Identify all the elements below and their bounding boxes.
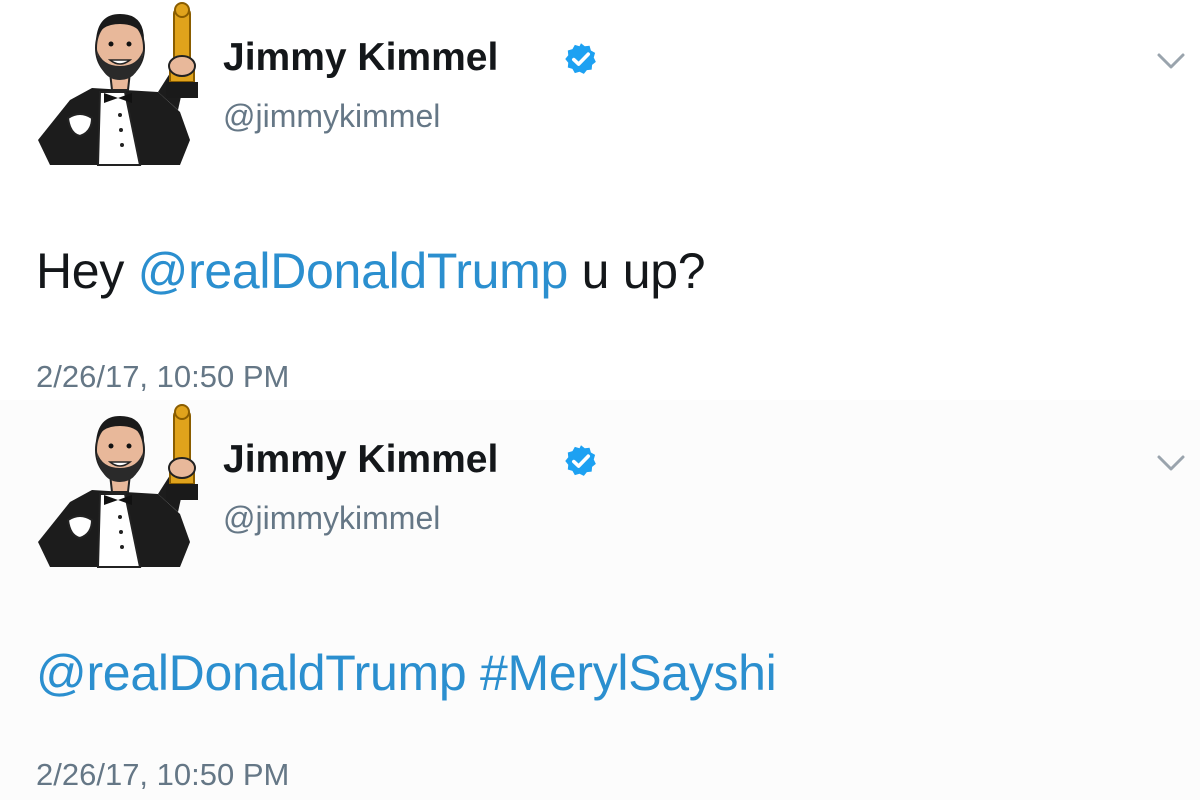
tweet-text: Hey @realDonaldTrump u up?: [36, 242, 706, 300]
tweet-card[interactable]: Jimmy Kimmel @jimmykimmel @realDonaldTru…: [0, 400, 1200, 800]
tweet-timestamp[interactable]: 2/26/17, 10:50 PM: [36, 757, 289, 793]
tweet-text-suffix: u up?: [568, 243, 706, 299]
verified-badge-icon: [565, 445, 596, 476]
tweet-card[interactable]: Jimmy Kimmel @jimmykimmel Hey @realDonal…: [0, 0, 1200, 400]
avatar[interactable]: [30, 402, 205, 572]
display-name[interactable]: Jimmy Kimmel: [223, 438, 498, 482]
verified-badge-icon: [565, 43, 596, 74]
user-handle[interactable]: @jimmykimmel: [223, 98, 440, 135]
chevron-down-icon[interactable]: [1156, 50, 1186, 72]
mention-link[interactable]: @realDonaldTrump: [36, 645, 467, 701]
tweet-text-prefix: Hey: [36, 243, 138, 299]
avatar[interactable]: [30, 0, 205, 170]
chevron-down-icon[interactable]: [1156, 452, 1186, 474]
hashtag-link[interactable]: #MerylSayshi: [480, 645, 777, 701]
tweet-timestamp[interactable]: 2/26/17, 10:50 PM: [36, 359, 289, 395]
tweet-text: @realDonaldTrump #MerylSayshi: [36, 644, 777, 702]
display-name[interactable]: Jimmy Kimmel: [223, 36, 498, 80]
user-handle[interactable]: @jimmykimmel: [223, 500, 440, 537]
mention-link[interactable]: @realDonaldTrump: [138, 243, 569, 299]
tweet-text-suffix: [466, 645, 480, 701]
